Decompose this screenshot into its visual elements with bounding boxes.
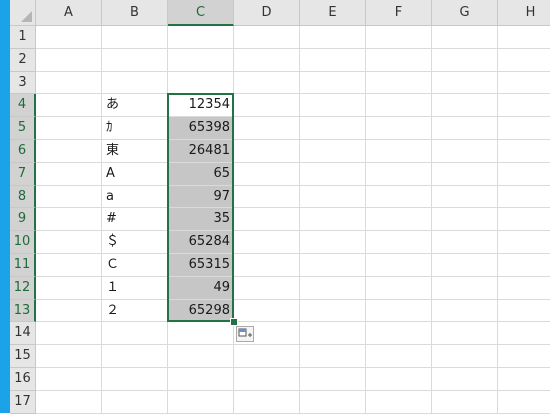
column-header-f[interactable]: F [366,0,432,26]
cell-b10[interactable]: ＄ [103,231,168,253]
window-edge-strip [0,0,10,413]
column-header-g[interactable]: G [432,0,498,26]
column-header-a[interactable]: A [36,0,102,26]
row-header-8[interactable]: 8 [10,185,36,209]
gridline-row [36,344,550,346]
gridline-row [36,70,550,72]
gridline-row [36,321,550,323]
gridline-column [431,26,432,413]
row-header-9[interactable]: 9 [10,208,36,232]
row-header-13[interactable]: 13 [10,299,36,323]
gridline-row [36,389,550,391]
row-header-6[interactable]: 6 [10,140,36,163]
gridline-column [233,26,234,413]
gridline-column [299,26,300,413]
cell-c5[interactable]: 65398 [168,117,233,139]
gridline-column [497,26,498,413]
row-header-15[interactable]: 15 [10,345,36,368]
gridline-row [36,367,550,368]
cell-b9[interactable]: # [103,208,168,230]
cell-c11[interactable]: 65315 [168,254,233,276]
cell-b13[interactable]: ２ [103,300,168,322]
gridline-column [101,26,102,413]
cell-c6[interactable]: 26481 [168,140,233,162]
column-header-c[interactable]: C [168,0,234,26]
cell-b6[interactable]: 東 [103,140,168,162]
cell-b5[interactable]: ｶ [103,117,168,139]
gridline-column [365,26,366,413]
cell-c13[interactable]: 65298 [168,299,233,322]
row-header-2[interactable]: 2 [10,48,36,72]
row-header-7[interactable]: 7 [10,162,36,186]
row-header-14[interactable]: 14 [10,322,36,346]
cell-b12[interactable]: １ [103,277,168,299]
row-header-1[interactable]: 1 [10,26,36,49]
column-header-d[interactable]: D [234,0,300,26]
column-header-h[interactable]: H [498,0,550,26]
row-header-16[interactable]: 16 [10,368,36,391]
cell-c12[interactable]: 49 [168,276,233,299]
row-header-11[interactable]: 11 [10,254,36,277]
row-header-4[interactable]: 4 [10,94,36,118]
quick-analysis-icon[interactable] [236,326,254,343]
cell-b4[interactable]: あ [103,94,168,116]
gridline-row [36,47,550,49]
row-header-17[interactable]: 17 [10,390,36,414]
cell-b7[interactable]: A [103,163,168,185]
row-header-12[interactable]: 12 [10,276,36,300]
select-all-button[interactable] [10,0,36,26]
cell-c7[interactable]: 65 [168,162,233,185]
row-header-5[interactable]: 5 [10,117,36,140]
row-header-10[interactable]: 10 [10,231,36,254]
cell-c8[interactable]: 97 [168,185,233,208]
column-header-e[interactable]: E [300,0,366,26]
cell-c9[interactable]: 35 [168,208,233,231]
cell-b8[interactable]: a [103,186,168,208]
cell-c10[interactable]: 65284 [168,231,233,253]
worksheet-grid[interactable]: A B C D E F G H 1 2 3 4 5 6 7 8 9 10 11 12 13 14 15 16 17 あ 12354 ｶ… [10,0,550,414]
cell-c4[interactable]: 12354 [168,94,233,117]
cell-b11[interactable]: Ｃ [103,254,168,276]
fill-handle[interactable] [230,318,238,327]
row-header-3[interactable]: 3 [10,71,36,95]
column-header-b[interactable]: B [102,0,168,26]
